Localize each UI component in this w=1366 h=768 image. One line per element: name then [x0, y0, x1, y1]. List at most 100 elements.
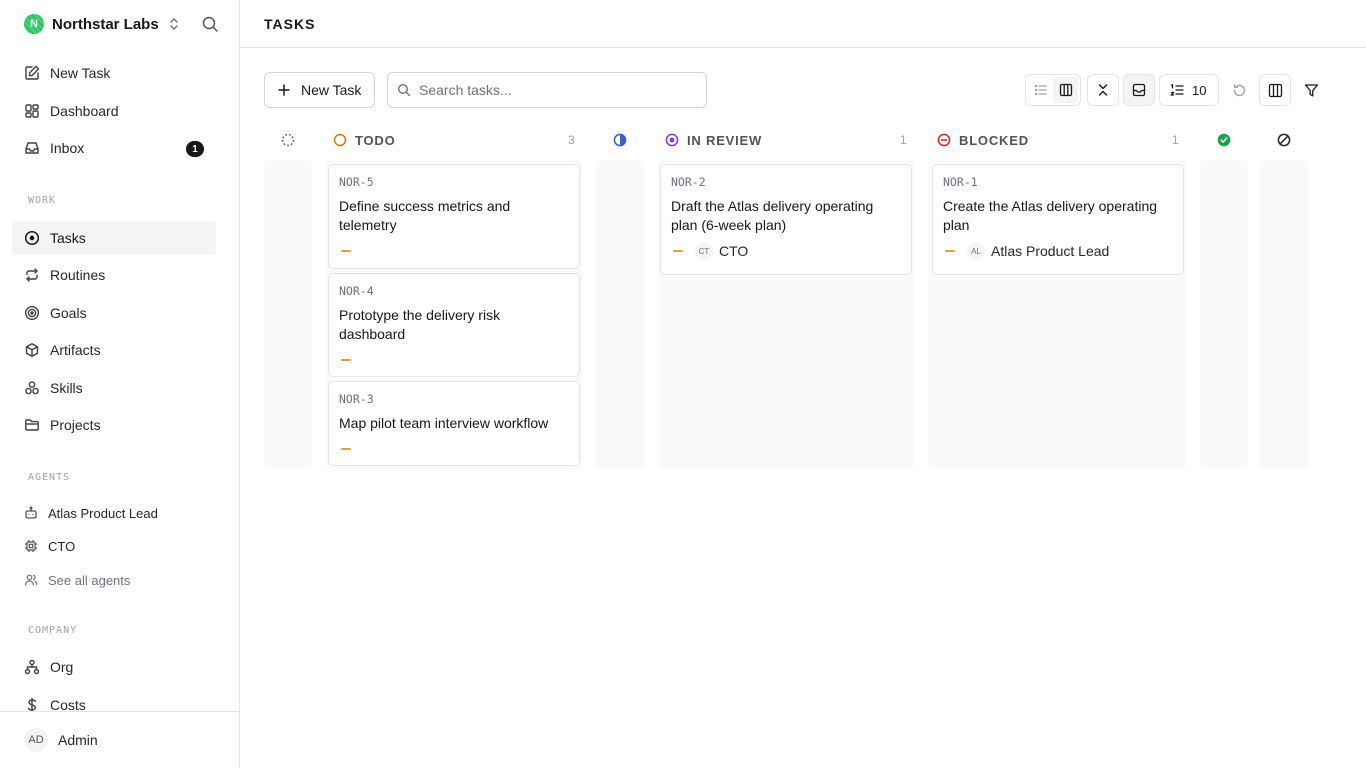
done-status-icon: [1217, 133, 1231, 147]
dashboard-icon: [24, 103, 40, 119]
column-cancelled-area: [1260, 160, 1308, 468]
section-label-work: WORK: [28, 195, 57, 206]
section-label-company: COMPANY: [28, 625, 78, 636]
circle-dot-icon: [24, 230, 40, 246]
column-title: IN REVIEW: [687, 132, 763, 148]
see-all-agents-label: See all agents: [48, 572, 131, 588]
column-header-blocked[interactable]: BLOCKED: [937, 128, 1029, 152]
page-title: TASKS: [264, 15, 316, 32]
sidebar-item-org[interactable]: Org: [12, 650, 216, 684]
sidebar-item-dashboard[interactable]: Dashboard: [12, 94, 216, 128]
column-header-todo[interactable]: TODO: [333, 128, 396, 152]
priority-medium-icon: [673, 250, 683, 252]
column-header-done[interactable]: [1217, 128, 1231, 152]
skills-icon: [24, 380, 40, 396]
search-input[interactable]: [419, 82, 699, 98]
column-header-in-progress[interactable]: [613, 128, 627, 152]
chevron-up-down-icon: [168, 17, 180, 31]
top-bar: TASKS: [240, 0, 1366, 48]
priority-medium-icon: [945, 250, 955, 252]
section-label-agents: AGENTS: [28, 472, 71, 483]
column-done-area: [1200, 160, 1248, 468]
task-card-nor-5[interactable]: NOR-5 Define success metrics and telemet…: [328, 164, 580, 269]
search-icon: [397, 83, 411, 97]
agent-label: Atlas Product Lead: [48, 505, 158, 521]
task-card-nor-3[interactable]: NOR-3 Map pilot team interview workflow: [328, 381, 580, 466]
priority-medium-icon: [341, 448, 351, 450]
sidebar-item-goals[interactable]: Goals: [12, 296, 216, 330]
column-settings-button[interactable]: [1259, 74, 1291, 106]
sidebar-item-label: Tasks: [50, 230, 86, 246]
cancelled-status-icon: [1277, 133, 1291, 147]
company-name: Northstar Labs: [52, 15, 159, 33]
refresh-button[interactable]: [1223, 74, 1255, 106]
board-view-button[interactable]: [1053, 77, 1078, 103]
archive-toggle-button[interactable]: [1123, 74, 1155, 106]
folder-icon: [24, 417, 40, 433]
agent-label: CTO: [48, 538, 76, 554]
sidebar-item-new-task[interactable]: New Task: [12, 56, 216, 90]
company-switcher[interactable]: N Northstar Labs: [24, 13, 180, 35]
user-name: Admin: [58, 732, 98, 748]
in-progress-status-icon: [613, 133, 627, 147]
column-header-backlog[interactable]: [281, 128, 295, 152]
new-task-label: New Task: [301, 82, 362, 98]
task-meta: [339, 441, 569, 457]
in-review-status-icon: [665, 133, 679, 147]
column-count-todo: 3: [568, 133, 575, 147]
box-icon: [24, 342, 40, 358]
task-id: NOR-1: [943, 175, 978, 189]
cpu-icon: [24, 539, 38, 553]
task-card-nor-1[interactable]: NOR-1 Create the Atlas delivery operatin…: [932, 164, 1184, 275]
sidebar-item-artifacts[interactable]: Artifacts: [12, 333, 216, 367]
todo-status-icon: [333, 133, 347, 147]
task-title: Draft the Atlas delivery operating plan …: [671, 198, 874, 233]
task-card-nor-2[interactable]: NOR-2 Draft the Atlas delivery operating…: [660, 164, 912, 275]
backlog-status-icon: [281, 133, 295, 147]
list-icon: [1034, 83, 1048, 97]
see-all-agents-link[interactable]: See all agents: [12, 565, 216, 595]
avatar: AD: [24, 728, 48, 752]
filter-button[interactable]: [1295, 74, 1327, 106]
archive-icon: [1132, 83, 1146, 97]
priority-medium-icon: [341, 250, 351, 252]
inbox-icon: [24, 140, 40, 156]
collapse-button[interactable]: [1087, 74, 1119, 106]
list-view-button[interactable]: [1028, 77, 1053, 103]
company-logo: N: [24, 14, 44, 34]
refresh-icon: [1232, 83, 1247, 98]
column-count-in-review: 1: [900, 133, 907, 147]
column-header-in-review[interactable]: IN REVIEW: [665, 128, 762, 152]
column-count-blocked: 1: [1172, 133, 1179, 147]
sidebar: N Northstar Labs New Task Dashboard Inbo…: [0, 0, 240, 768]
sidebar-item-label: New Task: [50, 65, 111, 81]
task-card-nor-4[interactable]: NOR-4 Prototype the delivery risk dashbo…: [328, 273, 580, 377]
task-id: NOR-5: [339, 175, 374, 189]
user-menu[interactable]: AD Admin: [0, 711, 239, 768]
sidebar-search-icon[interactable]: [201, 15, 219, 33]
assignee-name: Atlas Product Lead: [991, 243, 1110, 259]
sidebar-item-inbox[interactable]: Inbox 1: [12, 131, 216, 165]
blocked-status-icon: [937, 133, 951, 147]
sidebar-item-tasks[interactable]: Tasks: [12, 221, 216, 255]
sidebar-item-label: Skills: [50, 380, 83, 396]
task-meta: [339, 352, 569, 368]
sidebar-item-skills[interactable]: Skills: [12, 371, 216, 405]
sidebar-item-routines[interactable]: Routines: [12, 258, 216, 292]
priority-medium-icon: [341, 359, 351, 361]
sidebar-item-projects[interactable]: Projects: [12, 408, 216, 442]
task-id: NOR-2: [671, 175, 706, 189]
task-search[interactable]: [387, 72, 707, 108]
new-task-button[interactable]: New Task: [264, 72, 375, 108]
collapse-icon: [1096, 83, 1110, 97]
limit-selector[interactable]: 10: [1159, 74, 1219, 106]
filter-icon: [1304, 83, 1319, 98]
sidebar-agent-atlas-product-lead[interactable]: Atlas Product Lead: [12, 498, 216, 528]
column-title: BLOCKED: [959, 132, 1029, 148]
column-header-cancelled[interactable]: [1277, 128, 1291, 152]
repeat-icon: [24, 267, 40, 283]
assignee-avatar: CT: [695, 242, 713, 260]
inbox-count-badge: 1: [186, 141, 204, 157]
task-title: Create the Atlas delivery operating plan: [943, 198, 1158, 233]
sidebar-agent-cto[interactable]: CTO: [12, 531, 216, 561]
